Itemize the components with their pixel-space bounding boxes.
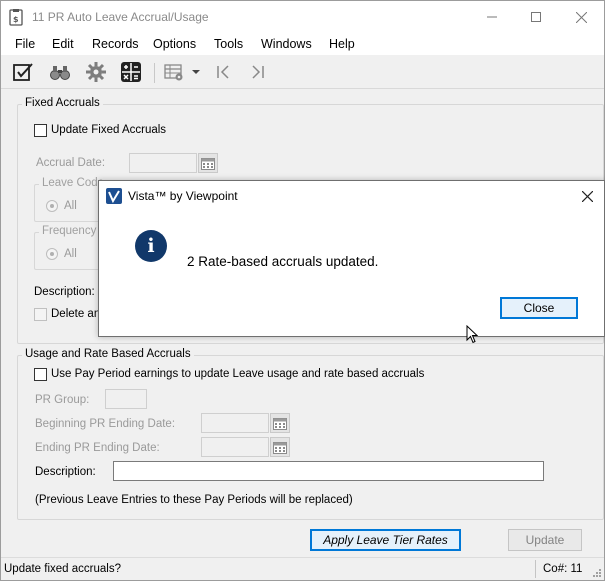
calculator-button[interactable]: [119, 60, 143, 84]
menu-edit[interactable]: Edit: [52, 37, 74, 51]
edit-button[interactable]: [11, 60, 35, 84]
resize-grip-icon[interactable]: [592, 568, 602, 578]
beginning-pr-ending-date-input[interactable]: [201, 413, 269, 433]
ending-pr-ending-date-label: Ending PR Ending Date:: [35, 442, 160, 454]
calendar-icon: [273, 417, 287, 430]
dialog-title-bar[interactable]: Vista™ by Viewpoint: [99, 181, 604, 211]
calendar-icon: [273, 441, 287, 454]
menu-bar: File Edit Records Options Tools Windows …: [1, 33, 604, 55]
ending-pr-ending-date-input[interactable]: [201, 437, 269, 457]
title-bar[interactable]: $ 11 PR Auto Leave Accrual/Usage: [1, 1, 604, 33]
calculator-icon: [121, 62, 141, 82]
maximize-icon: [531, 12, 541, 22]
menu-file[interactable]: File: [15, 37, 35, 51]
close-icon: [575, 11, 587, 23]
frequency-all-radio[interactable]: [46, 248, 58, 260]
grid-options-dropdown[interactable]: [189, 60, 203, 84]
usage-description-label: Description:: [35, 466, 96, 478]
leave-code-all-label: All: [64, 200, 77, 212]
status-divider: [535, 560, 536, 578]
last-record-button[interactable]: [246, 60, 270, 84]
message-dialog: Vista™ by Viewpoint i 2 Rate-based accru…: [98, 180, 605, 337]
mouse-cursor-icon: [466, 325, 478, 344]
accrual-date-calendar-button[interactable]: [198, 153, 218, 173]
beginning-pr-ending-date-label: Beginning PR Ending Date:: [35, 418, 176, 430]
company-indicator: Co#: 11: [543, 563, 583, 575]
close-icon: [581, 190, 593, 202]
status-bar: Update fixed accruals? Co#: 11: [1, 557, 604, 580]
calendar-icon: [201, 157, 215, 170]
use-pay-period-label: Use Pay Period earnings to update Leave …: [51, 368, 425, 380]
binoculars-icon: [50, 66, 70, 80]
info-icon: i: [135, 230, 167, 262]
leave-code-title: Leave Code: [39, 177, 108, 189]
delete-entries-checkbox[interactable]: [34, 308, 47, 321]
first-record-button[interactable]: [211, 60, 235, 84]
settings-button[interactable]: [84, 60, 108, 84]
leave-code-all-radio[interactable]: [46, 200, 58, 212]
apply-leave-tier-rates-button[interactable]: Apply Leave Tier Rates: [310, 529, 461, 551]
pr-group-label: PR Group:: [35, 394, 90, 406]
find-button[interactable]: [48, 60, 72, 84]
menu-tools[interactable]: Tools: [214, 37, 243, 51]
beginning-date-calendar-button[interactable]: [270, 413, 290, 433]
accrual-date-input[interactable]: [129, 153, 197, 173]
close-window-button[interactable]: [558, 1, 604, 33]
settings-gear-icon: [86, 62, 106, 82]
replace-note: (Previous Leave Entries to these Pay Per…: [35, 494, 353, 506]
frequency-all-label: All: [64, 248, 77, 260]
grid-options-icon: [164, 64, 183, 81]
menu-options[interactable]: Options: [153, 37, 196, 51]
svg-text:$: $: [13, 15, 19, 24]
fixed-description-label: Description:: [34, 286, 95, 298]
window-title: 11 PR Auto Leave Accrual/Usage: [32, 10, 209, 24]
dialog-message: 2 Rate-based accruals updated.: [187, 254, 379, 269]
usage-accruals-title: Usage and Rate Based Accruals: [22, 348, 194, 360]
menu-help[interactable]: Help: [329, 37, 355, 51]
menu-records[interactable]: Records: [92, 37, 139, 51]
menu-windows[interactable]: Windows: [261, 37, 312, 51]
toolbar: [1, 55, 604, 89]
minimize-button[interactable]: [469, 1, 515, 33]
first-record-icon: [217, 65, 229, 79]
edit-checkbox-icon: [13, 63, 33, 81]
update-fixed-accruals-checkbox[interactable]: [34, 124, 47, 137]
minimize-icon: [487, 16, 497, 18]
fixed-accruals-title: Fixed Accruals: [22, 97, 103, 109]
update-button[interactable]: Update: [508, 529, 582, 551]
status-message: Update fixed accruals?: [4, 563, 121, 575]
usage-description-input[interactable]: [113, 461, 544, 481]
dialog-close-x-button[interactable]: [576, 185, 598, 207]
toolbar-separator: [154, 63, 155, 83]
ending-date-calendar-button[interactable]: [270, 437, 290, 457]
accrual-date-label: Accrual Date:: [36, 157, 106, 169]
dialog-title: Vista™ by Viewpoint: [128, 189, 238, 203]
viewpoint-logo-icon: [106, 188, 122, 204]
use-pay-period-checkbox[interactable]: [34, 368, 47, 381]
frequency-title: Frequency: [39, 225, 100, 237]
dialog-close-button[interactable]: Close: [500, 297, 578, 319]
grid-options-button[interactable]: [162, 60, 186, 84]
pr-group-input[interactable]: [105, 389, 147, 409]
app-icon: $: [9, 9, 23, 26]
update-fixed-accruals-label: Update Fixed Accruals: [51, 124, 167, 136]
last-record-icon: [252, 65, 264, 79]
dropdown-arrow-icon: [192, 70, 200, 74]
maximize-button[interactable]: [513, 1, 559, 33]
